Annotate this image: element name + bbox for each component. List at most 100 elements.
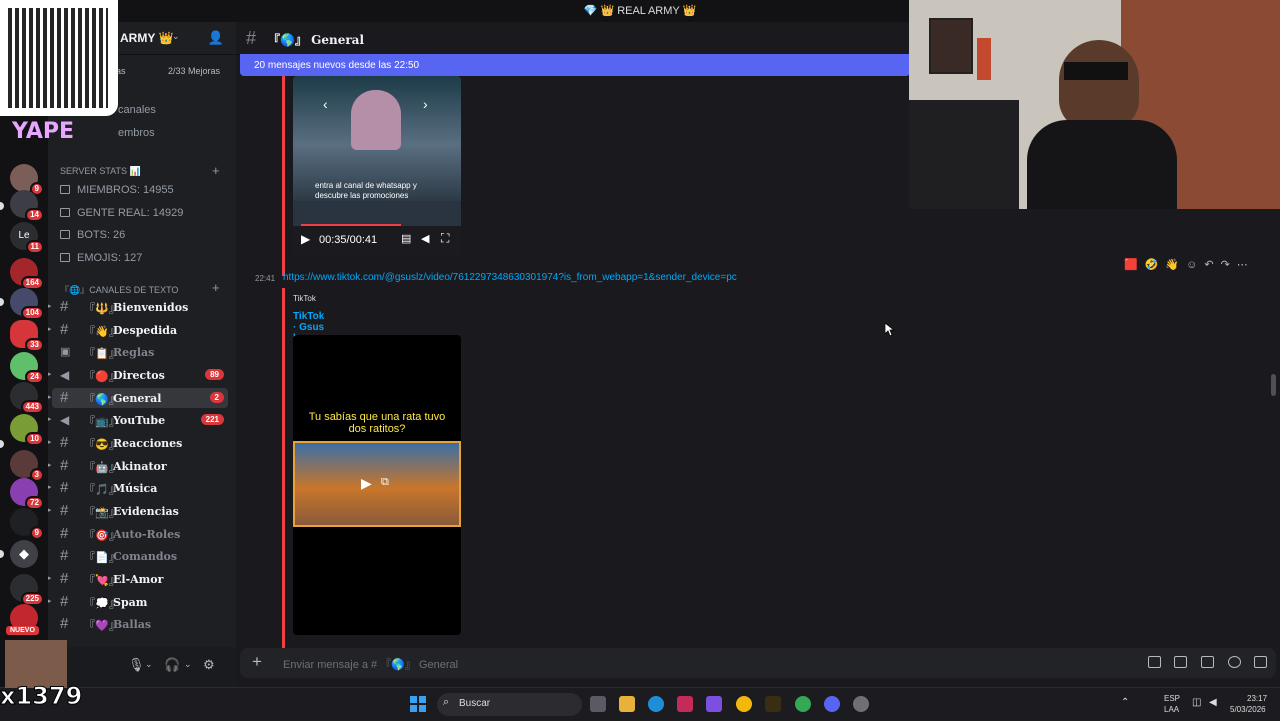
video-embed[interactable]: ‹ › entra al canal de whatsapp y descubr… — [293, 76, 461, 256]
forward-icon[interactable]: ↷ — [1221, 259, 1237, 271]
chevron-up-icon[interactable]: ⌃ — [1121, 697, 1129, 708]
apps-icon[interactable] — [1254, 656, 1267, 668]
server-icon[interactable]: 9 — [10, 164, 44, 196]
emoji-reaction-icon[interactable]: 👋 — [1165, 259, 1186, 271]
category-server-stats[interactable]: SERVER STATS 📊 + — [60, 163, 220, 178]
chevron-left-icon[interactable]: ‹ — [323, 96, 328, 112]
taskbar-search[interactable]: ⌕ Buscar — [437, 693, 582, 716]
chevron-right-icon[interactable]: › — [423, 96, 428, 112]
gift-icon[interactable] — [1148, 656, 1161, 668]
microphone-icon[interactable]: 🎙 — [128, 657, 145, 673]
caret-icon: ▶ — [48, 575, 52, 582]
chrome-icon[interactable] — [795, 696, 811, 712]
chevron-down-icon[interactable]: ⌄ — [184, 659, 192, 670]
stat-channel[interactable]: BOTS: 26 — [60, 229, 230, 241]
emoji-reaction-icon[interactable]: 🤣 — [1145, 259, 1166, 271]
task-view-icon[interactable] — [590, 696, 606, 712]
server-icon[interactable]: 9 — [10, 508, 44, 540]
channel-reglas[interactable]: ▣ 『📋』 Reglas — [52, 342, 228, 362]
streamer-body — [1027, 120, 1177, 209]
play-icon[interactable]: ▶ — [301, 232, 310, 246]
app-icon[interactable] — [765, 696, 781, 712]
channel-comandos[interactable]: # 『📄』 Comandos — [52, 546, 228, 566]
lang-label[interactable]: ESP — [1164, 694, 1180, 703]
server-icon[interactable]: 24 — [10, 352, 44, 384]
channel-directos[interactable]: ▶ ◀ 『🔴』 Directos 89 — [48, 365, 228, 385]
channel-akinator[interactable]: ▶ # 『🤖』 Akinator — [48, 456, 228, 476]
server-icon[interactable]: 33 — [10, 320, 44, 352]
tiktok-video[interactable]: Tu sabías que una rata tuvo dos ratitos?… — [293, 335, 461, 635]
volume-icon[interactable]: ◀ — [1209, 697, 1217, 708]
wifi-icon[interactable]: ◫ — [1192, 697, 1201, 708]
channel-ballas[interactable]: # 『💜』 Ballas — [52, 614, 228, 634]
add-channel-icon[interactable]: + — [212, 280, 220, 295]
server-icon[interactable]: Le 11 — [10, 222, 44, 254]
app-icon[interactable] — [677, 696, 693, 712]
emoji-icon[interactable] — [1228, 656, 1241, 668]
message-input[interactable]: Enviar mensaje a # 『🌎』 General — [283, 656, 458, 672]
fullscreen-icon[interactable]: ⛶ — [441, 231, 449, 246]
lang-sublabel[interactable]: LAA — [1164, 705, 1179, 714]
channel-auto-roles[interactable]: # 『🎯』 Auto-Roles — [52, 524, 228, 544]
channel-reacciones[interactable]: ▶ # 『😎』 Reacciones — [48, 433, 228, 453]
open-external-icon[interactable]: ⧉ — [381, 476, 389, 489]
sticker-icon[interactable] — [1201, 656, 1214, 668]
file-explorer-icon[interactable] — [619, 696, 635, 712]
attach-plus-icon[interactable]: + — [252, 652, 262, 672]
stat-channel[interactable]: GENTE REAL: 14929 — [60, 207, 230, 219]
gif-icon[interactable] — [1174, 656, 1187, 668]
channel-spam[interactable]: ▶ # 『💭』 Spam — [48, 592, 228, 612]
headphones-icon[interactable]: 🎧 — [164, 657, 180, 673]
boost-progress[interactable]: 2/33 Mejoras — [168, 66, 220, 76]
channel-bienvenidos[interactable]: ▶ # 『🔱』 Bienvenidos — [48, 297, 228, 317]
channel-evidencias[interactable]: ▶ # 『📸』 Evidencias — [48, 501, 228, 521]
play-icon[interactable]: ▶ — [361, 475, 372, 492]
channel-el-amor[interactable]: ▶ # 『💘』 El-Amor — [48, 569, 228, 589]
server-icon[interactable]: 14 — [10, 190, 44, 222]
emoji-reaction-icon[interactable]: 🟥 — [1124, 259, 1145, 271]
reply-icon[interactable]: ↶ — [1204, 259, 1220, 271]
scrollbar-thumb[interactable] — [1271, 374, 1276, 396]
volume-icon[interactable]: ◀ — [421, 232, 429, 245]
progress-bar[interactable] — [301, 224, 401, 226]
gear-icon[interactable]: ⚙ — [203, 657, 215, 673]
chevron-down-icon[interactable]: ⌄ — [145, 659, 153, 670]
edge-icon[interactable] — [648, 696, 664, 712]
new-messages-bar[interactable]: 20 mensajes nuevos desde las 22:50 — [240, 54, 910, 76]
channel-general[interactable]: ▶ # 『🌎』 General 2 — [48, 388, 228, 408]
channel-youtube[interactable]: ▶ ◀ 『📺』 YouTube 221 — [48, 410, 228, 430]
server-icon[interactable]: 164 — [10, 258, 44, 290]
dice-icon[interactable]: ◆ — [10, 540, 38, 568]
message-composer[interactable]: + Enviar mensaje a # 『🌎』 General — [240, 648, 1276, 678]
copilot-icon[interactable] — [706, 696, 722, 712]
stat-channel[interactable]: MIEMBROS: 14955 — [60, 184, 230, 196]
nav-channels[interactable]: canales — [118, 104, 156, 116]
windows-start-icon[interactable] — [410, 696, 426, 712]
server-icon[interactable]: 10 — [10, 414, 44, 446]
server-badge: 14 — [25, 208, 44, 222]
add-reaction-icon[interactable]: ☺ — [1186, 259, 1204, 271]
captions-icon[interactable]: ▤ — [401, 232, 411, 245]
server-icon[interactable]: 225 — [10, 574, 44, 606]
clock-date[interactable]: 5/03/2026 — [1230, 705, 1266, 714]
more-icon[interactable]: ⋯ — [1237, 259, 1255, 271]
discord-icon[interactable] — [824, 696, 840, 712]
message-toolbar[interactable]: 🟥🤣👋☺↶↷⋯ — [1124, 258, 1255, 271]
channel-despedida[interactable]: ▶ # 『👋』 Despedida — [48, 320, 228, 340]
nav-members[interactable]: embros — [118, 127, 155, 139]
server-icon[interactable]: 72 — [10, 478, 44, 510]
stat-channel[interactable]: EMOJIS: 127 — [60, 252, 230, 264]
server-icon[interactable]: 3 — [10, 450, 44, 482]
message-link[interactable]: https://www.tiktok.com/@gsuslz/video/761… — [283, 272, 737, 283]
add-channel-icon[interactable]: + — [212, 163, 220, 178]
lock-icon — [60, 208, 70, 217]
steam-icon[interactable] — [853, 696, 869, 712]
add-user-icon[interactable]: 👤 — [208, 30, 224, 46]
clock-time[interactable]: 23:17 — [1247, 694, 1267, 703]
chrome-icon[interactable] — [736, 696, 752, 712]
category-text-channels[interactable]: 『🌐』CANALES DE TEXTO + — [60, 280, 220, 296]
channel-musica[interactable]: ▶ # 『🎵』 Música — [48, 478, 228, 498]
server-icon[interactable]: 104 — [10, 288, 44, 320]
server-icon[interactable]: 443 — [10, 382, 44, 414]
channel-label: Akinator — [113, 460, 167, 473]
